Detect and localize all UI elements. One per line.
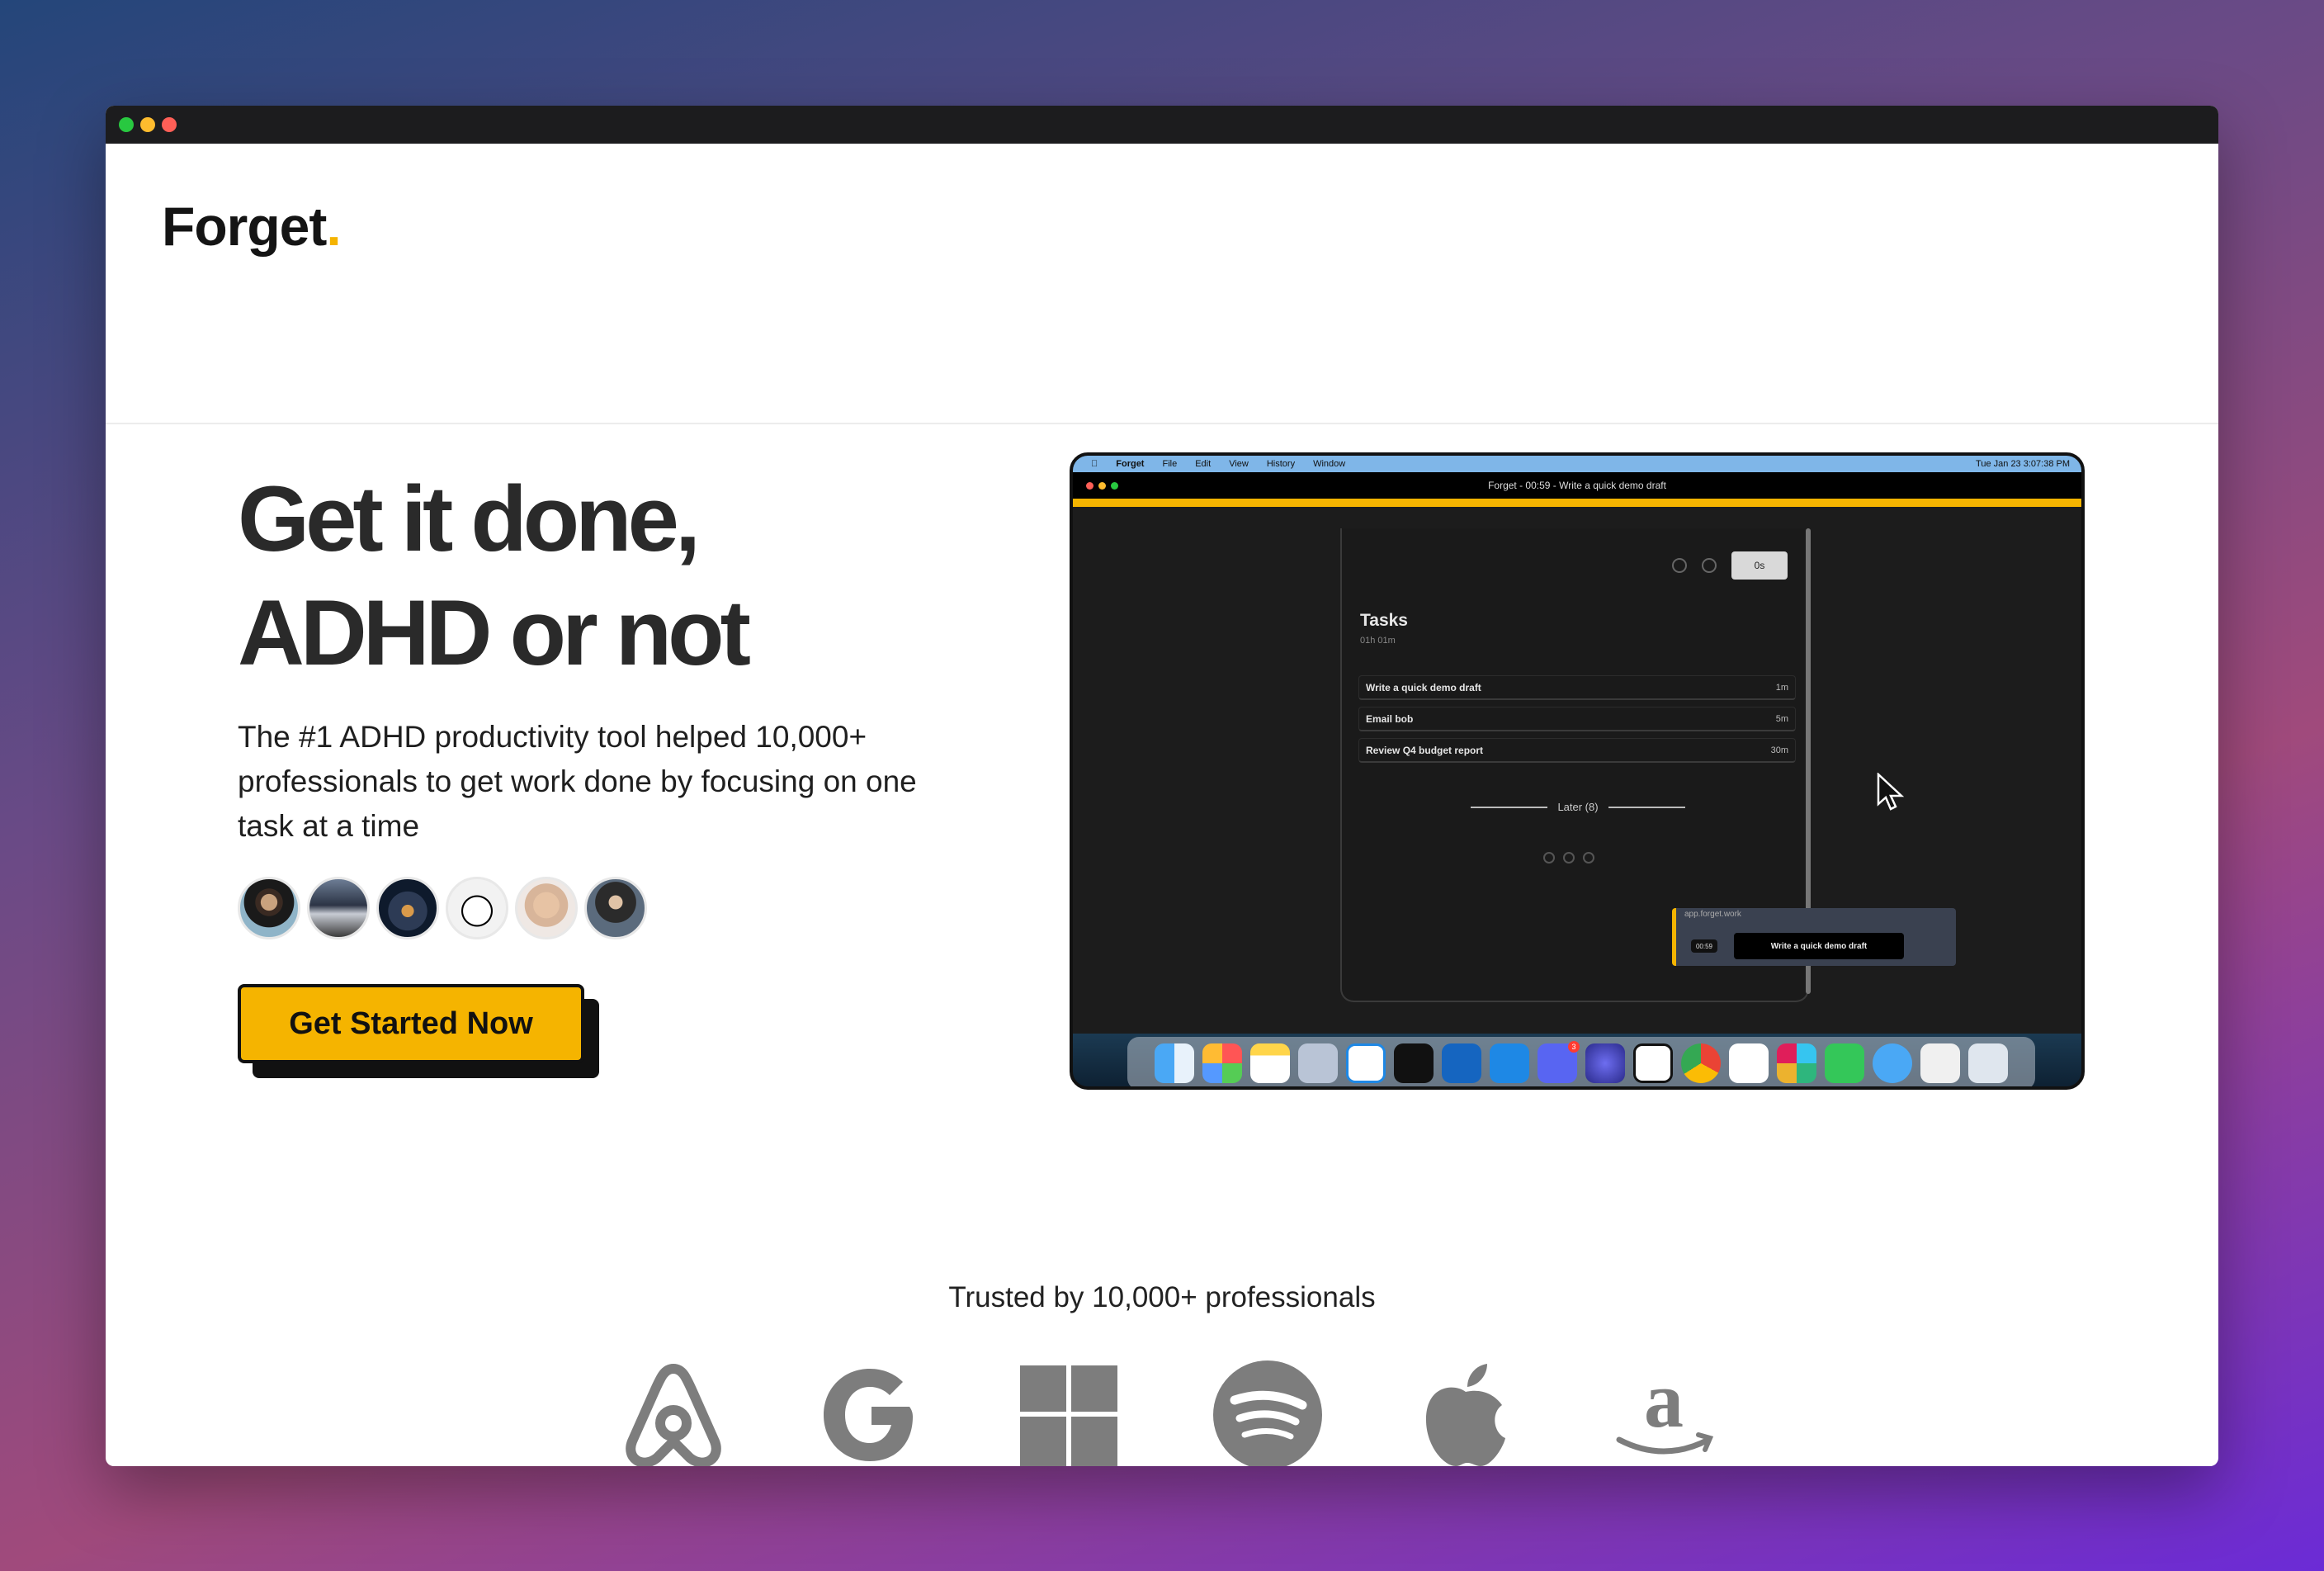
menubar-item: View	[1221, 459, 1249, 469]
google-icon	[824, 1369, 913, 1461]
hero-headline: Get it done, ADHD or not	[238, 462, 980, 690]
logo-text: Forget	[162, 196, 327, 257]
chrome-icon	[1681, 1043, 1721, 1083]
macos-menubar:  Forget File Edit View History Window T…	[1073, 456, 2081, 472]
moon-icon	[1563, 852, 1575, 864]
app-zoom-dot	[1111, 482, 1118, 490]
mini-window-task: Write a quick demo draft	[1734, 933, 1904, 959]
window-close-button[interactable]	[162, 117, 177, 132]
help-icon	[1543, 852, 1555, 864]
sun-icon	[1672, 558, 1687, 573]
finder-icon	[1155, 1043, 1194, 1083]
messages-icon	[1825, 1043, 1864, 1083]
timer-pill: 0s	[1731, 551, 1788, 580]
timer-progress-bar	[1073, 499, 2081, 507]
avatar	[446, 877, 508, 939]
svg-text:a: a	[1644, 1360, 1684, 1444]
linear-icon	[1585, 1043, 1625, 1083]
notes-icon	[1250, 1043, 1290, 1083]
hero-subtitle: The #1 ADHD productivity tool helped 10,…	[238, 720, 917, 843]
site-logo[interactable]: Forget.	[162, 195, 342, 258]
outlook-icon	[1442, 1043, 1481, 1083]
apple-icon: 	[1091, 459, 1098, 469]
figma-icon	[1298, 1043, 1338, 1083]
panel-toolbar: 0s	[1672, 551, 1788, 580]
task-name: Email bob	[1366, 712, 1414, 725]
task-name: Review Q4 budget report	[1366, 744, 1484, 756]
microsoft-icon	[1020, 1365, 1117, 1466]
task-duration: 30m	[1770, 745, 1788, 755]
task-row: Write a quick demo draft 1m	[1358, 675, 1796, 700]
send-icon	[1490, 1043, 1529, 1083]
tasks-title: Tasks	[1360, 611, 1408, 630]
avatar	[238, 877, 300, 939]
cta-container: Get Started Now	[238, 984, 601, 1081]
get-started-button[interactable]: Get Started Now	[238, 984, 584, 1063]
files-icon	[1729, 1043, 1769, 1083]
discord-icon: 3	[1538, 1041, 1580, 1083]
hero-headline-line-2: ADHD or not	[238, 581, 751, 684]
app-close-dot	[1086, 482, 1094, 490]
avatar	[584, 877, 647, 939]
menubar-item: Window	[1306, 459, 1345, 469]
window-titlebar	[106, 106, 2218, 144]
divider-line	[1471, 806, 1548, 808]
divider-line	[1608, 806, 1686, 808]
menubar-item: History	[1259, 459, 1295, 469]
later-label: Later (8)	[1557, 801, 1599, 813]
trusted-heading: Trusted by 10,000+ professionals	[948, 1281, 1376, 1313]
preview-icon	[1920, 1043, 1960, 1083]
product-screenshot:  Forget File Edit View History Window T…	[1070, 452, 2085, 1090]
notion-icon	[1633, 1043, 1673, 1083]
task-row: Email bob 5m	[1358, 707, 1796, 731]
brand-logos: a	[616, 1360, 1714, 1466]
app-traffic-lights	[1086, 482, 1118, 490]
task-duration: 1m	[1775, 682, 1788, 693]
menubar-item: File	[1155, 459, 1177, 469]
apple-icon	[1426, 1364, 1505, 1466]
avatar-group	[238, 877, 647, 939]
discord-badge: 3	[1568, 1041, 1580, 1053]
settings-icon	[1583, 852, 1594, 864]
mini-window-time: 00:59	[1691, 939, 1717, 953]
mouse-cursor-icon	[1877, 773, 1905, 811]
amazon-icon: a	[1616, 1360, 1714, 1455]
airbnb-icon	[626, 1364, 721, 1466]
tasks-total-time: 01h 01m	[1360, 636, 1396, 646]
trash-icon	[1968, 1043, 2008, 1083]
site-header: Forget.	[106, 144, 2218, 424]
slack-icon	[1777, 1043, 1816, 1083]
browser-window: Forget. Get it done, ADHD or not The #1 …	[106, 106, 2218, 1466]
avatar	[307, 877, 370, 939]
spotify-icon	[1213, 1360, 1322, 1466]
app-window-title: Forget - 00:59 - Write a quick demo draf…	[1073, 472, 2081, 499]
menubar-item: Edit	[1188, 459, 1211, 469]
task-duration: 5m	[1775, 713, 1788, 724]
task-row: Review Q4 budget report 30m	[1358, 738, 1796, 763]
app-minimize-dot	[1098, 482, 1106, 490]
panel-footer-icons	[1543, 852, 1594, 864]
launchpad-icon	[1202, 1043, 1242, 1083]
menubar-clock: Tue Jan 23 3:07:38 PM	[1976, 459, 2070, 469]
mini-window-url: app.forget.work	[1684, 910, 1741, 919]
terminal-icon	[1394, 1043, 1434, 1083]
logo-accent-dot: .	[326, 196, 341, 257]
avatar	[376, 877, 439, 939]
mini-timer-window: app.forget.work 00:59 Write a quick demo…	[1672, 908, 1956, 966]
task-name: Write a quick demo draft	[1366, 681, 1481, 693]
macos-dock: 3	[1127, 1037, 2035, 1086]
later-divider: Later (8)	[1471, 801, 1686, 813]
avatar	[515, 877, 578, 939]
window-zoom-button[interactable]	[119, 117, 134, 132]
menubar-app-name: Forget	[1109, 459, 1144, 469]
window-minimize-button[interactable]	[140, 117, 155, 132]
vscode-icon	[1346, 1043, 1386, 1083]
compass-icon	[1702, 558, 1717, 573]
hero-headline-line-1: Get it done,	[238, 467, 701, 570]
browser-icon	[1873, 1043, 1912, 1083]
